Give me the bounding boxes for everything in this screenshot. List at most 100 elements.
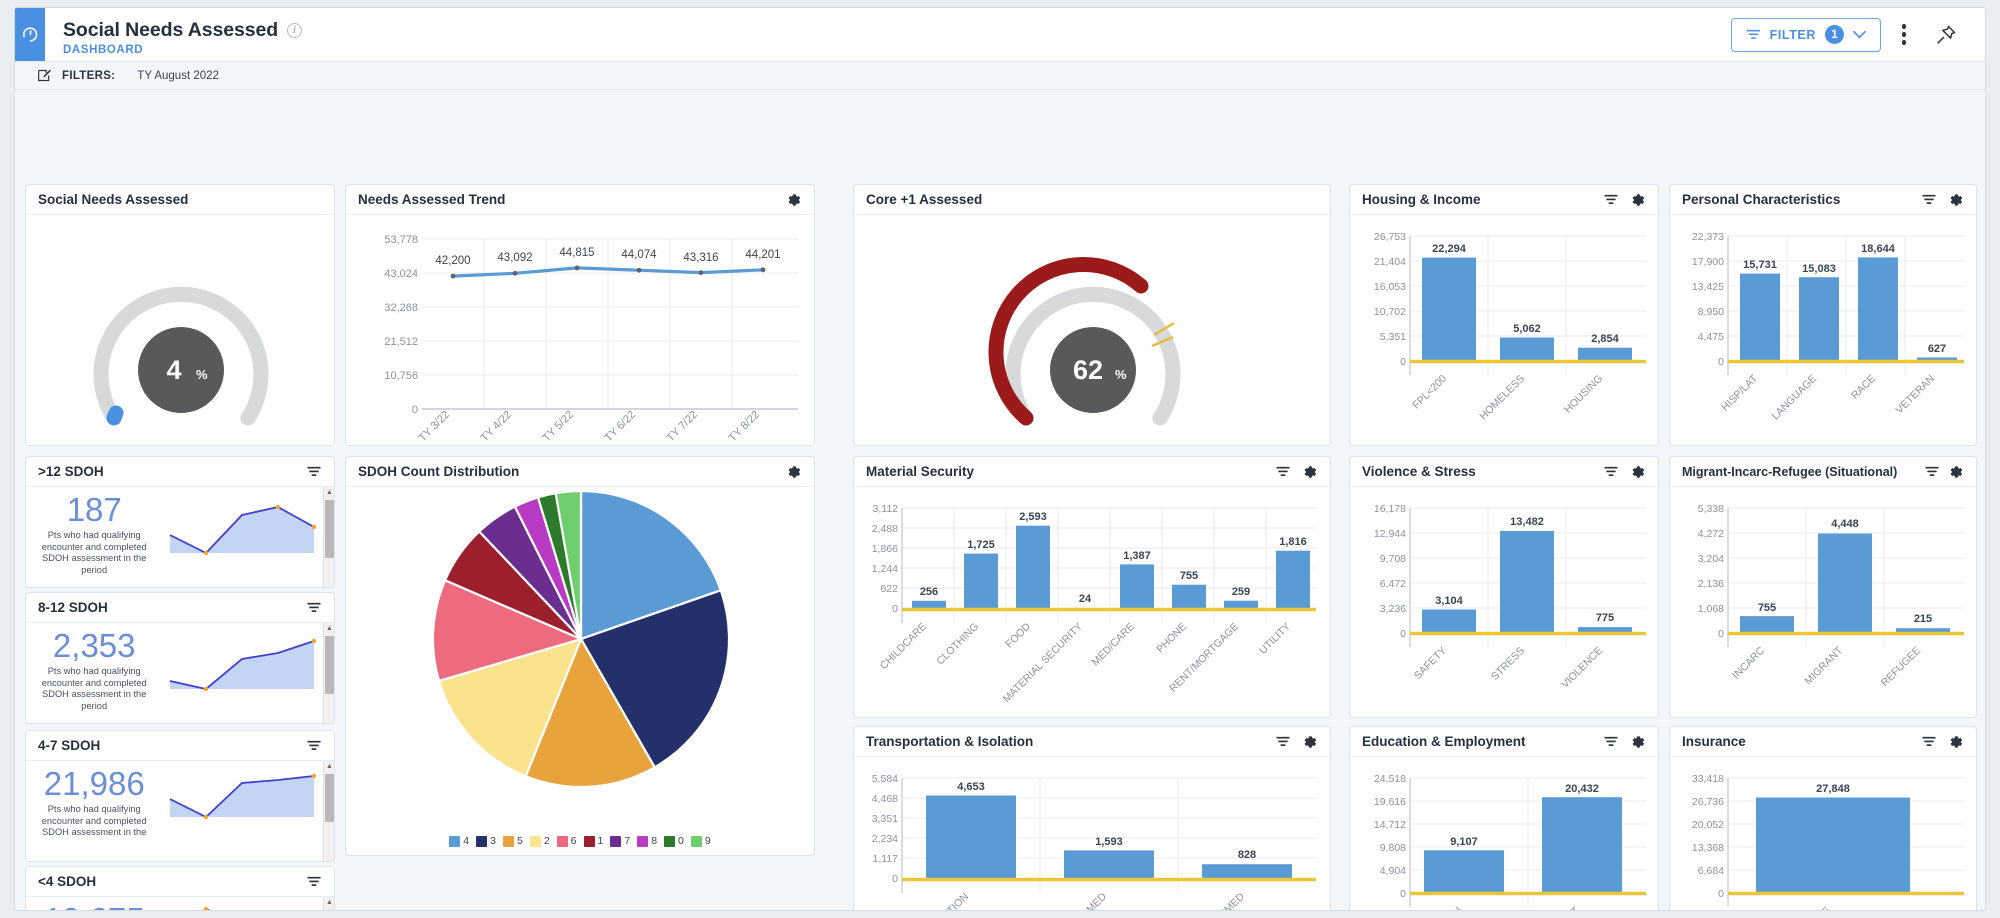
- legend-item[interactable]: 3: [476, 835, 496, 847]
- kpi-sdoh-4-7[interactable]: 21,986 Pts who had qualifying encounter …: [26, 761, 334, 862]
- legend-label: 9: [705, 835, 711, 847]
- bar-chart-personal-characteristics[interactable]: 22,373 17,900 13,425 8,950 4,475 0: [1670, 215, 1976, 445]
- y-tick: 12,944: [1374, 528, 1406, 540]
- gear-icon[interactable]: [1302, 464, 1318, 480]
- bar-chart-education-employment[interactable]: 24,518 19,616 14,712 9,808 4,904 0 9,107: [1350, 757, 1658, 911]
- y-tick: 0: [1400, 356, 1406, 368]
- bar: [1064, 850, 1154, 879]
- line-chart-needs-assessed-trend[interactable]: 53,778 43,024 32,268 21,512 10,756 0: [346, 215, 814, 445]
- info-icon[interactable]: i: [287, 23, 302, 38]
- legend-item[interactable]: 7: [610, 835, 630, 847]
- bar-chart-transportation-isolation[interactable]: 5,584 4,468 3,351 2,234 1,117 0: [854, 757, 1330, 911]
- gear-icon[interactable]: [786, 192, 802, 208]
- bar-chart-migrant-incarc-refugee[interactable]: 5,338 4,272 3,204 2,136 1,068 0: [1670, 487, 1976, 717]
- dashboard-grid: Social Needs Assessed 4 % Needs Assessed…: [15, 90, 1985, 98]
- y-tick: 9,808: [1380, 842, 1406, 854]
- scroll-up-arrow[interactable]: ▲: [324, 897, 335, 908]
- legend-item[interactable]: 6: [557, 835, 577, 847]
- scrollbar-thumb[interactable]: [325, 774, 334, 822]
- point-label: 44,074: [621, 249, 657, 261]
- vertical-scrollbar[interactable]: ▲ ▼: [323, 487, 334, 588]
- gear-icon[interactable]: [1630, 734, 1646, 750]
- bar: [912, 601, 946, 609]
- scrollbar-thumb[interactable]: [325, 500, 334, 558]
- scroll-up-arrow[interactable]: ▲: [324, 487, 335, 498]
- vertical-scrollbar[interactable]: ▲ ▼: [323, 761, 334, 862]
- legend-item[interactable]: 1: [584, 835, 604, 847]
- bar-chart-material-security[interactable]: 3,112 2,488 1,866 1,244 622 0: [854, 487, 1330, 717]
- bar-chart-housing-income[interactable]: 26,753 21,404 16,053 10,702 5,351 0: [1350, 215, 1658, 445]
- gear-icon[interactable]: [786, 464, 802, 480]
- y-tick: 32,268: [384, 302, 418, 314]
- bar-label: 3,104: [1435, 595, 1463, 607]
- legend-item[interactable]: 4: [449, 835, 469, 847]
- kpi-sdoh-lt4[interactable]: 19,675 Pts who had qualifying encounter …: [26, 897, 334, 911]
- sparkline: [158, 623, 324, 701]
- app-icon[interactable]: [15, 8, 45, 61]
- filter-button[interactable]: FILTER 1: [1731, 18, 1881, 52]
- gear-icon[interactable]: [1948, 464, 1964, 480]
- pin-button[interactable]: [1927, 16, 1965, 54]
- bar-chart-insurance[interactable]: 33,418 26,736 20,052 13,368 6,684 0 27,8…: [1670, 757, 1976, 911]
- page-subtitle: DASHBOARD: [63, 44, 302, 56]
- card-sdoh-4-7: 4-7 SDOH 21,986 Pts who had qualifying e…: [25, 730, 335, 862]
- card-sdoh-count-distribution: SDOH Count Distribution: [345, 456, 815, 856]
- filter-chip-ty-august-2022[interactable]: TY August 2022: [137, 70, 219, 82]
- x-tick: LANGUAGE: [1769, 373, 1819, 423]
- card-title: <4 SDOH: [38, 874, 96, 889]
- legend-item[interactable]: 0: [664, 835, 684, 847]
- vertical-scrollbar[interactable]: ▲ ▼: [323, 623, 334, 724]
- filter-icon[interactable]: [306, 875, 322, 888]
- card-title: Insurance: [1682, 734, 1746, 749]
- y-tick: 0: [1400, 888, 1406, 900]
- legend-item[interactable]: 9: [691, 835, 711, 847]
- gear-icon[interactable]: [1302, 734, 1318, 750]
- y-tick: 1,866: [872, 543, 898, 555]
- legend-item[interactable]: 5: [503, 835, 523, 847]
- point-label: 44,815: [559, 247, 594, 259]
- bar: [1818, 534, 1872, 634]
- scrollbar-thumb[interactable]: [325, 636, 334, 694]
- gear-icon[interactable]: [1948, 734, 1964, 750]
- bar-label: 20,432: [1565, 783, 1599, 795]
- x-tick: REFUGEE: [1879, 645, 1923, 689]
- y-tick: 13,425: [1692, 281, 1724, 293]
- bar-label: 22,294: [1432, 243, 1467, 255]
- y-tick: 21,404: [1374, 256, 1406, 268]
- gear-icon[interactable]: [1630, 192, 1646, 208]
- scroll-up-arrow[interactable]: ▲: [324, 623, 335, 634]
- edit-pencil-icon[interactable]: [37, 68, 52, 83]
- filter-icon[interactable]: [1603, 735, 1619, 748]
- filter-icon[interactable]: [306, 739, 322, 752]
- filter-icon[interactable]: [1921, 735, 1937, 748]
- gear-icon[interactable]: [1948, 192, 1964, 208]
- filter-icon[interactable]: [1921, 193, 1937, 206]
- vertical-scrollbar[interactable]: ▲ ▼: [323, 897, 334, 911]
- filter-icon[interactable]: [1924, 465, 1940, 478]
- legend-item[interactable]: 8: [637, 835, 657, 847]
- kpi-sdoh-gt12[interactable]: 187 Pts who had qualifying encounter and…: [26, 487, 334, 588]
- x-tick: TY 5/22: [541, 409, 577, 445]
- x-tick: PHONE: [1154, 621, 1189, 656]
- scrollbar-thumb[interactable]: [325, 910, 334, 911]
- filter-icon[interactable]: [306, 601, 322, 614]
- bar-chart-violence-stress[interactable]: 16,178 12,944 9,708 6,472 3,236 0: [1350, 487, 1658, 717]
- scroll-up-arrow[interactable]: ▲: [324, 761, 335, 772]
- filter-icon[interactable]: [306, 465, 322, 478]
- y-tick: 17,900: [1692, 256, 1724, 268]
- more-options-button[interactable]: [1885, 16, 1923, 54]
- gauge-core-plus-one-assessed[interactable]: 62 %: [854, 215, 1330, 445]
- bar-label: 256: [920, 586, 938, 598]
- kpi-value: 21,986: [34, 767, 154, 802]
- gear-icon[interactable]: [1630, 464, 1646, 480]
- page-title: Social Needs Assessed: [63, 19, 278, 42]
- kpi-sdoh-8-12[interactable]: 2,353 Pts who had qualifying encounter a…: [26, 623, 334, 724]
- chevron-down-icon: [1853, 30, 1866, 39]
- filter-icon[interactable]: [1603, 465, 1619, 478]
- filter-icon[interactable]: [1275, 735, 1291, 748]
- pie-chart-sdoh-count-distribution[interactable]: 4 3 5 2 6 1 7 8 0 9: [346, 487, 814, 855]
- filter-icon[interactable]: [1603, 193, 1619, 206]
- legend-item[interactable]: 2: [530, 835, 550, 847]
- gauge-social-needs-assessed[interactable]: 4 %: [26, 215, 334, 445]
- filter-icon[interactable]: [1275, 465, 1291, 478]
